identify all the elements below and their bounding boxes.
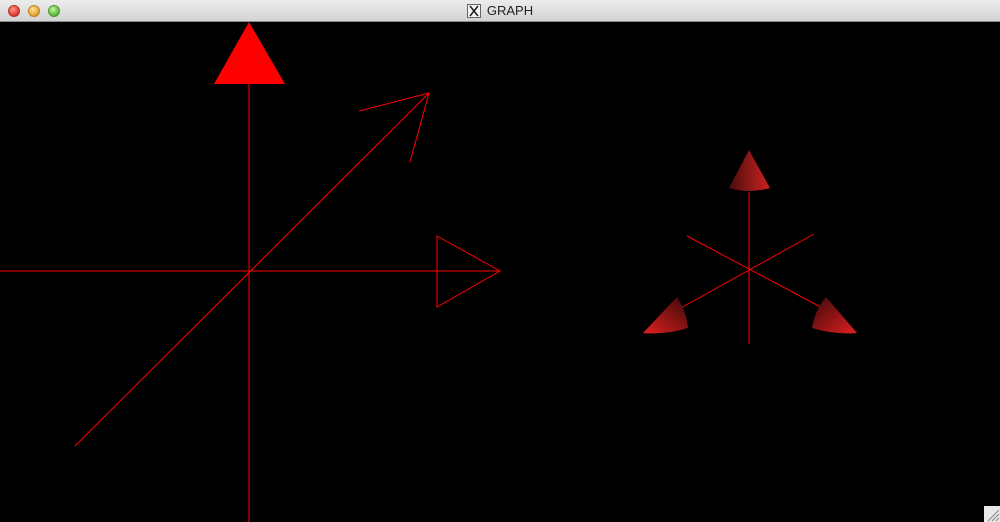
left-axes-view	[0, 22, 502, 522]
resize-grip[interactable]	[984, 506, 1000, 522]
title-bar[interactable]: GRAPH	[0, 0, 1000, 22]
graph-window: GRAPH	[0, 0, 1000, 522]
graph-canvas[interactable]	[0, 22, 1000, 522]
right-axes-view	[643, 150, 857, 344]
cone-up-icon	[729, 150, 770, 191]
right-axis-downleft-to-upright	[669, 233, 815, 315]
cone-right-icon	[812, 297, 857, 334]
x11-icon	[466, 4, 481, 18]
resize-grip-icon	[987, 509, 1000, 522]
window-title: GRAPH	[486, 3, 534, 18]
filled-triangle-up-arrowhead	[214, 22, 285, 84]
title-area: GRAPH	[0, 0, 1000, 22]
right-axis-upleft-to-downright	[686, 235, 831, 313]
cone-left-icon	[643, 297, 688, 334]
left-z-axis	[74, 92, 430, 447]
